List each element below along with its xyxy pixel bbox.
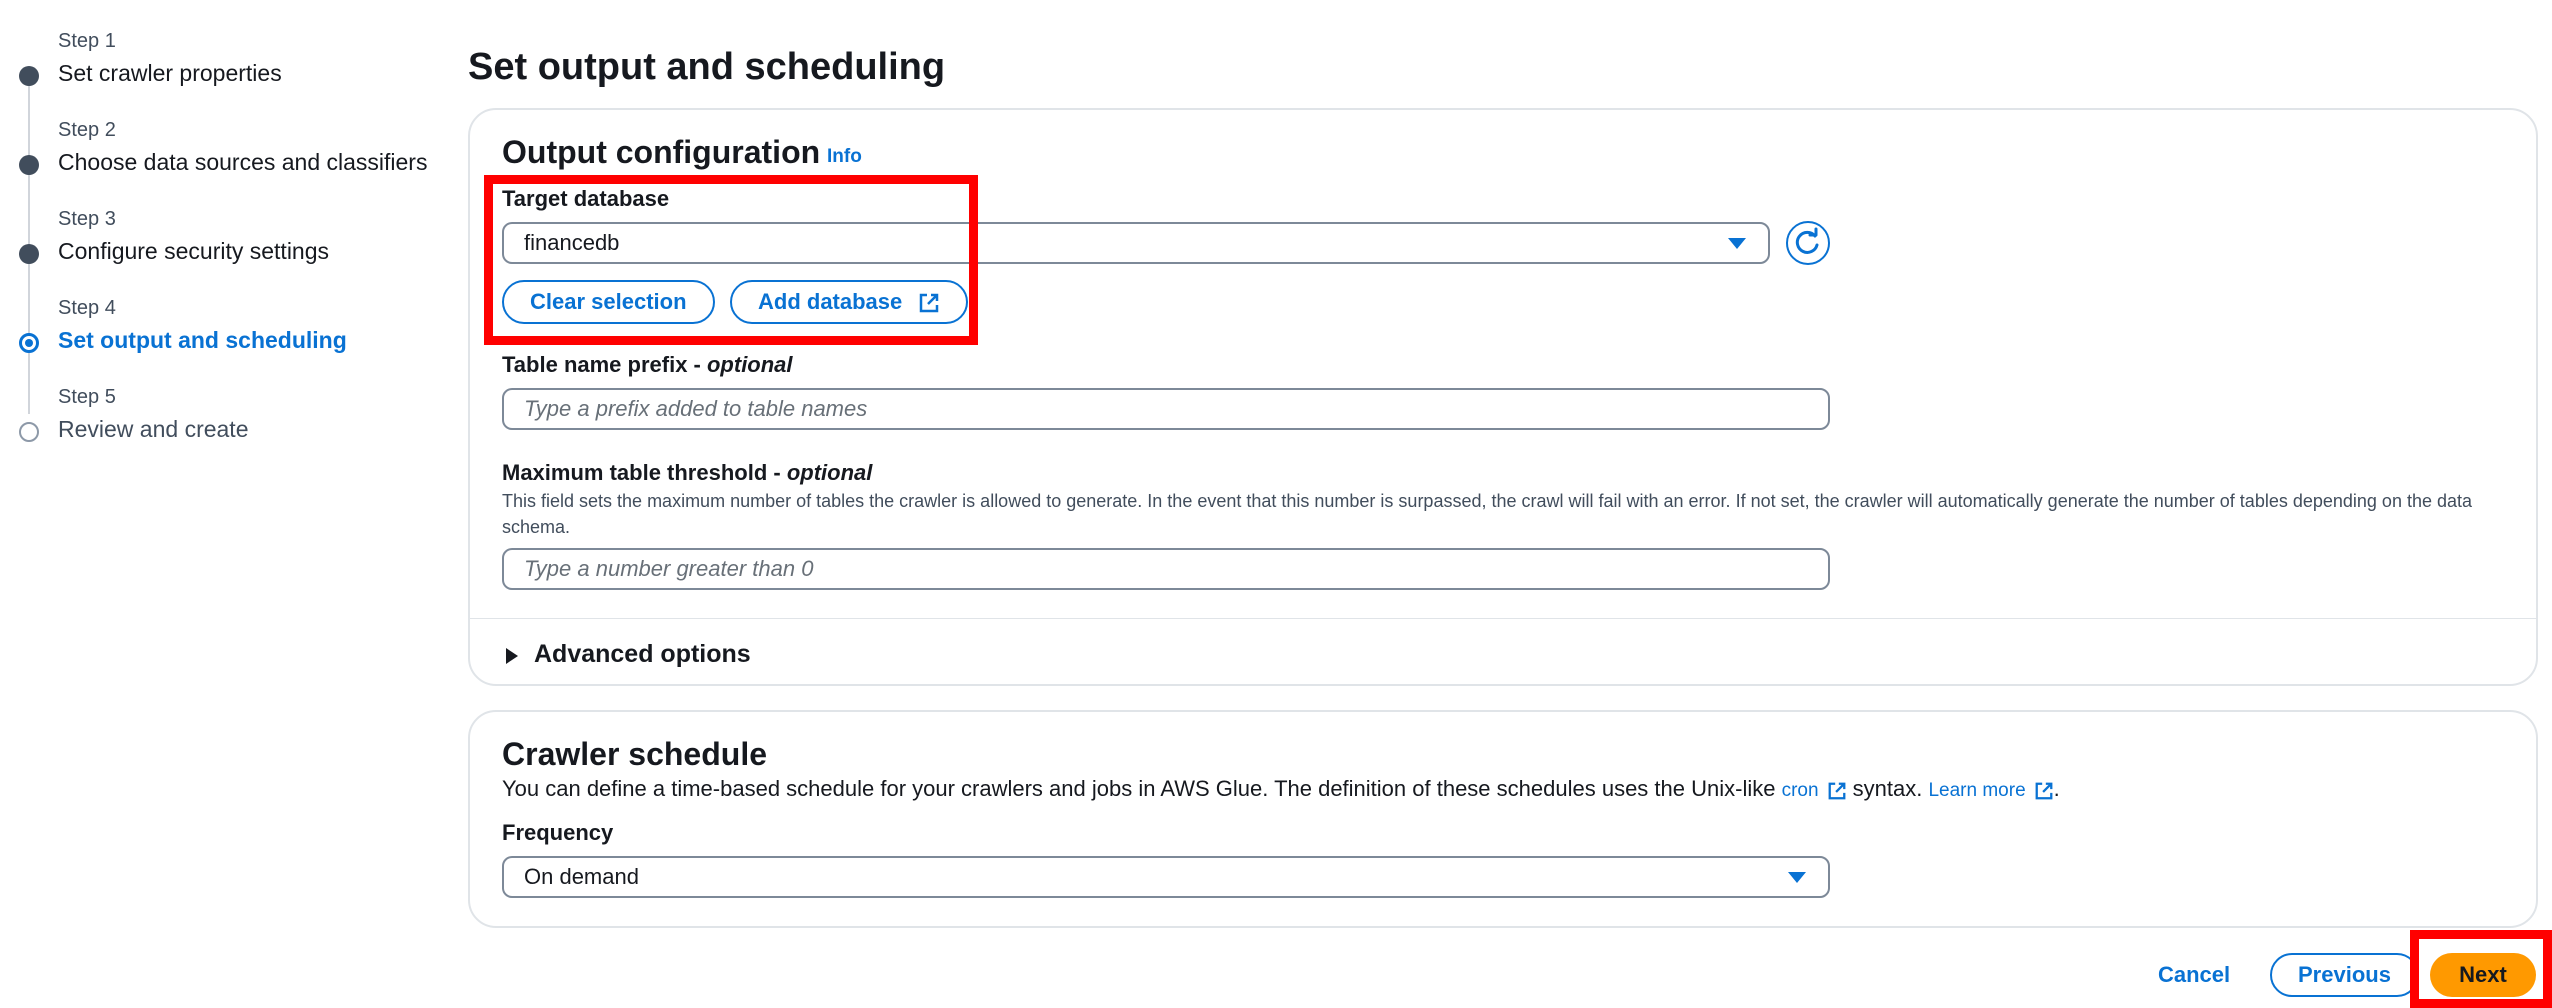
next-button[interactable]: Next <box>2430 953 2536 997</box>
external-link-icon <box>1828 782 1845 800</box>
step-complete-dot-icon <box>19 155 39 175</box>
step-pending-dot-icon <box>19 422 39 442</box>
step-title[interactable]: Choose data sources and classifiers <box>58 149 427 176</box>
step-current-dot-icon <box>19 333 39 353</box>
clear-selection-button[interactable]: Clear selection <box>502 280 715 324</box>
step-number: Step 1 <box>58 30 116 52</box>
learn-more-label: Learn more <box>1928 780 2026 801</box>
frequency-value: On demand <box>524 864 639 889</box>
crawler-schedule-description: You can define a time-based schedule for… <box>502 774 2502 806</box>
step-number: Step 2 <box>58 119 116 141</box>
next-label: Next <box>2459 962 2507 987</box>
table-prefix-label: Table name prefix - optional <box>502 352 793 378</box>
external-link-icon <box>2035 782 2053 800</box>
output-configuration-container: Output configuration Info Target databas… <box>468 108 2538 686</box>
advanced-options-label: Advanced options <box>534 640 751 668</box>
external-link-icon <box>920 293 939 313</box>
max-table-threshold-description: This field sets the maximum number of ta… <box>502 491 2473 537</box>
cron-link[interactable]: cron <box>1782 780 1847 801</box>
step-complete-dot-icon <box>19 66 39 86</box>
step-title: Set output and scheduling <box>58 327 347 353</box>
max-table-threshold-input[interactable] <box>502 548 1830 590</box>
step-5: Step 5 Review and create <box>0 386 440 456</box>
learn-more-link[interactable]: Learn more <box>1928 780 2053 801</box>
schedule-description-text: You can define a time-based schedule for… <box>502 776 1782 801</box>
step-number: Step 4 <box>58 297 116 319</box>
max-table-threshold-label-text: Maximum table threshold - <box>502 460 787 485</box>
crawler-schedule-container: Crawler schedule You can define a time-b… <box>468 710 2538 928</box>
page-title: Set output and scheduling <box>468 46 946 88</box>
schedule-description-text: syntax. <box>1846 776 1929 801</box>
previous-button[interactable]: Previous <box>2270 953 2419 997</box>
add-database-label: Add database <box>758 289 903 314</box>
step-2[interactable]: Step 2 Choose data sources and classifie… <box>0 119 440 189</box>
max-table-threshold-label: Maximum table threshold - optional <box>502 460 872 486</box>
previous-label: Previous <box>2298 962 2391 987</box>
add-database-button[interactable]: Add database <box>730 280 969 324</box>
target-database-value: financedb <box>524 230 620 255</box>
crawler-schedule-heading: Crawler schedule <box>502 736 767 772</box>
caret-down-icon <box>1788 872 1806 883</box>
schedule-description-text: . <box>2053 776 2060 801</box>
step-4: Step 4 Set output and scheduling <box>0 297 440 367</box>
step-title[interactable]: Set crawler properties <box>58 60 282 87</box>
cancel-button[interactable]: Cancel <box>2158 962 2230 988</box>
clear-selection-label: Clear selection <box>530 289 687 314</box>
caret-right-icon <box>506 648 518 664</box>
info-link[interactable]: Info <box>827 146 862 168</box>
frequency-select[interactable]: On demand <box>502 856 1830 898</box>
advanced-options-expander[interactable]: Advanced options <box>506 636 806 676</box>
step-complete-dot-icon <box>19 244 39 264</box>
step-title: Review and create <box>58 416 249 442</box>
caret-down-icon <box>1728 238 1746 249</box>
step-number: Step 3 <box>58 208 116 230</box>
step-title[interactable]: Configure security settings <box>58 238 329 265</box>
table-prefix-label-text: Table name prefix - <box>502 352 707 377</box>
target-database-label: Target database <box>502 186 670 211</box>
optional-tag: optional <box>786 460 873 485</box>
wizard-steps: Step 1 Set crawler properties Step 2 Cho… <box>0 0 440 460</box>
refresh-button[interactable] <box>1786 221 1830 265</box>
refresh-icon <box>1795 227 1819 254</box>
step-number: Step 5 <box>58 386 116 408</box>
target-database-select[interactable]: financedb <box>502 222 1770 264</box>
optional-tag: optional <box>706 352 793 377</box>
step-1[interactable]: Step 1 Set crawler properties <box>0 30 440 100</box>
step-3[interactable]: Step 3 Configure security settings <box>0 208 440 278</box>
section-divider <box>470 618 2536 619</box>
frequency-label: Frequency <box>502 820 614 845</box>
cron-link-label: cron <box>1781 780 1819 801</box>
output-configuration-heading: Output configuration <box>502 134 821 170</box>
table-prefix-input[interactable] <box>502 388 1830 430</box>
